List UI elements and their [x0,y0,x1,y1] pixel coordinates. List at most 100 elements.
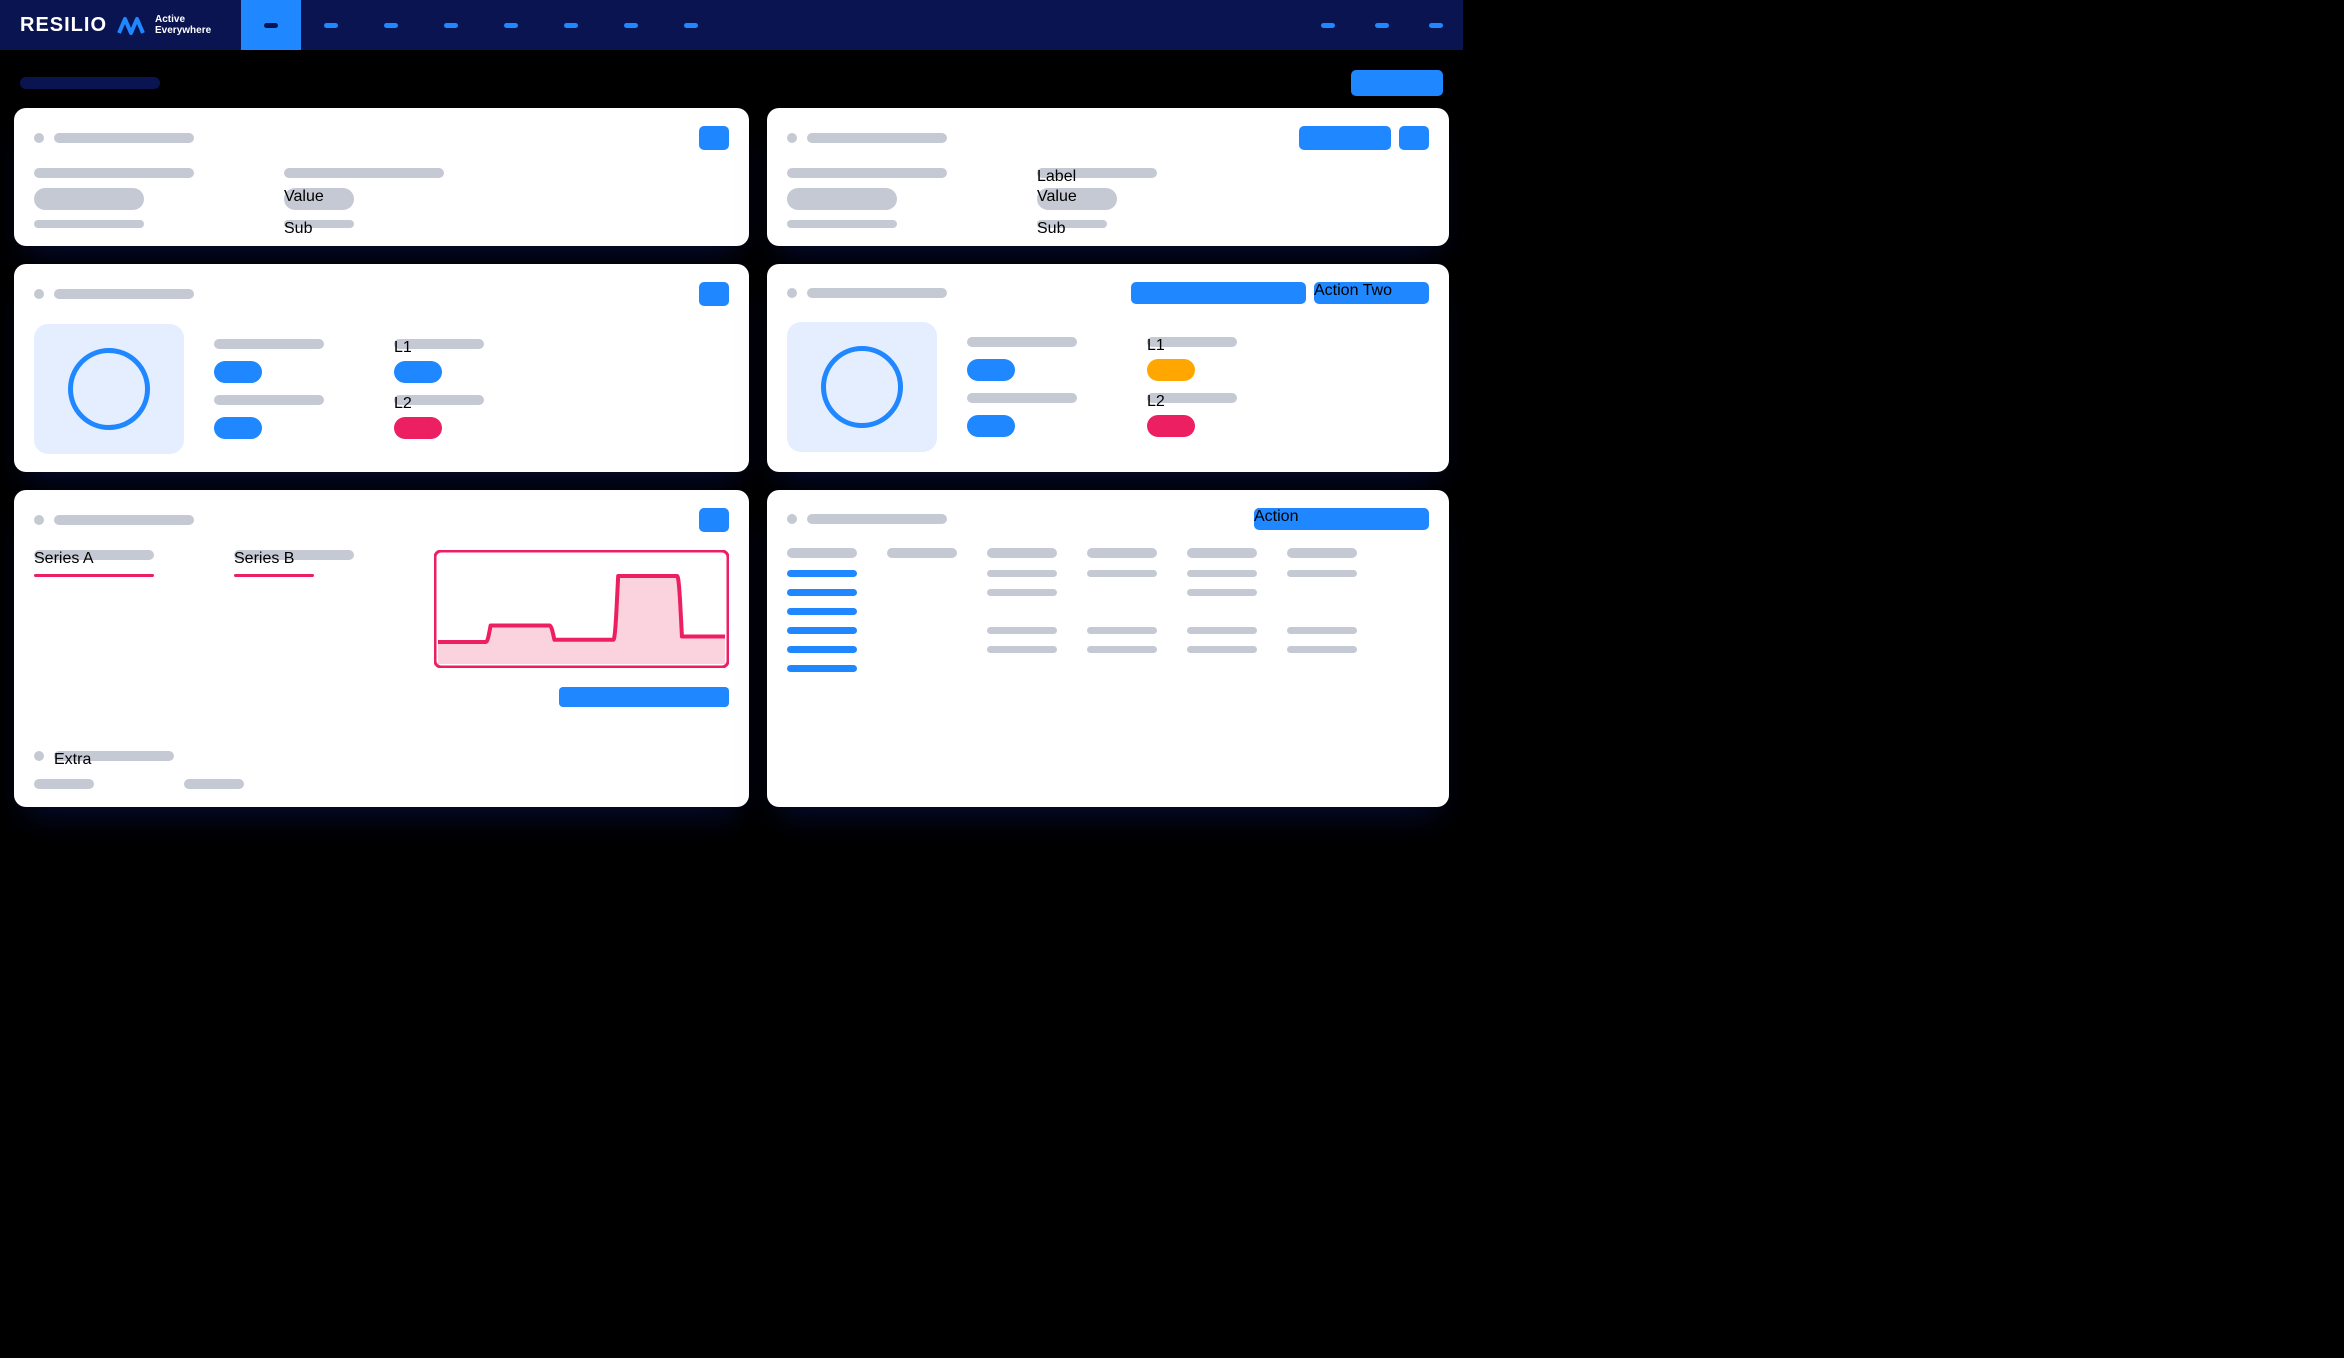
brand-name: RESILIO [20,14,107,37]
dashboard-grid: Card Title Go Label Value Sub Label Valu… [0,108,1463,821]
card-action-button[interactable]: Go [699,282,729,306]
status-dot-icon [787,133,797,143]
table-empty-cell [1087,589,1157,596]
field-subtext: Sub [1037,220,1107,228]
nav-right-item-1[interactable] [1321,23,1335,28]
chart-more-button[interactable]: View More [559,687,729,707]
table-row [787,608,1429,615]
nav-tab-8[interactable] [661,0,721,50]
card-action-button-1[interactable]: Action One [1131,282,1306,304]
stat-badge [394,417,442,439]
card-title: Metrics [54,515,194,525]
card-title: Status [807,288,947,298]
progress-ring-icon [68,348,150,430]
table-empty-cell [887,589,957,596]
card-action-button-2[interactable]: B [1399,126,1429,150]
table-cell [1187,646,1257,653]
nav-tab-4[interactable] [421,0,481,50]
table-link-cell[interactable] [787,608,857,615]
field-subtext: Sub [787,220,897,228]
legend-label: Series A [34,550,154,560]
table-link-cell[interactable] [787,646,857,653]
status-dot-icon [34,751,44,761]
card-title: Status [54,289,194,299]
status-dot-icon [34,289,44,299]
status-dot-icon [34,133,44,143]
table-cell [1187,627,1257,634]
status-card-1: Status Go L1 L2 L1 L2 [14,264,749,472]
table-link-cell[interactable] [787,589,857,596]
card-action-button[interactable]: Go [699,508,729,532]
status-dot-icon [787,288,797,298]
table-empty-cell [1187,665,1257,672]
nav-tab-6[interactable] [541,0,601,50]
table-header: Col1 [787,548,857,558]
table-header: Col3 [987,548,1057,558]
nav-tab-2[interactable] [301,0,361,50]
card-action-button[interactable]: Go [699,126,729,150]
nav-right [1321,23,1443,28]
stat-label: L1 [1147,337,1237,347]
table-cell [1087,570,1157,577]
table-cell [1087,646,1157,653]
stat-label: L1 [214,339,324,349]
status-dot-icon [34,515,44,525]
table-empty-cell [887,570,957,577]
table-cell [1187,570,1257,577]
table-link-cell[interactable] [787,570,857,577]
table-link-cell[interactable] [787,627,857,634]
table-empty-cell [887,665,957,672]
stat-badge [1147,415,1195,437]
field-label: Label [787,168,947,178]
table-card: Table Action Col1Col2Col3Col4Col5Col6 [767,490,1449,807]
table-cell [1287,570,1357,577]
nav-tab-7[interactable] [601,0,661,50]
legend-underline-icon [234,574,314,577]
legend-label: Series B [234,550,354,560]
table-cell [987,589,1057,596]
table-empty-cell [1087,608,1157,615]
section-title: Extra [54,751,174,761]
table-header: Col2 [887,548,957,558]
table-empty-cell [1187,608,1257,615]
nav-right-item-3[interactable] [1429,23,1443,28]
nav-right-item-2[interactable] [1375,23,1389,28]
nav-tab-3[interactable] [361,0,421,50]
table-cell [987,627,1057,634]
brand-block: RESILIO Active Everywhere [20,14,211,37]
card-action-button[interactable]: Action [1254,508,1429,530]
stat-badge [214,417,262,439]
field-subtext: Sub [34,220,144,228]
nav-tab-5[interactable] [481,0,541,50]
brand-logo-icon [117,15,145,35]
stat-badge [394,361,442,383]
page-action-button[interactable]: Action [1351,70,1443,96]
extra-field: e1 [34,779,94,789]
area-chart [434,550,729,668]
card-action-button-2[interactable]: Action Two [1314,282,1429,304]
progress-ring-icon [821,346,903,428]
card-action-button-1[interactable]: Act [1299,126,1391,150]
table-empty-cell [1087,665,1157,672]
table-link-cell[interactable] [787,665,857,672]
table-row [787,627,1429,634]
page-header: Dashboard Action [0,50,1463,108]
table-empty-cell [887,608,957,615]
field-label: Label [34,168,194,178]
status-dot-icon [787,514,797,524]
table-row [787,589,1429,596]
table-header: Col5 [1187,548,1257,558]
table-row [787,570,1429,577]
table-empty-cell [1287,665,1357,672]
table-cell [1087,627,1157,634]
stat-label: L1 [967,337,1077,347]
table-empty-cell [987,665,1057,672]
stat-badge [967,415,1015,437]
stat-badge [214,361,262,383]
stat-label: L2 [1147,393,1237,403]
table-cell [987,646,1057,653]
stat-label: L1 [394,339,484,349]
extra-field: e2 [184,779,244,789]
stat-label: L2 [394,395,484,405]
nav-tab-1[interactable] [241,0,301,50]
